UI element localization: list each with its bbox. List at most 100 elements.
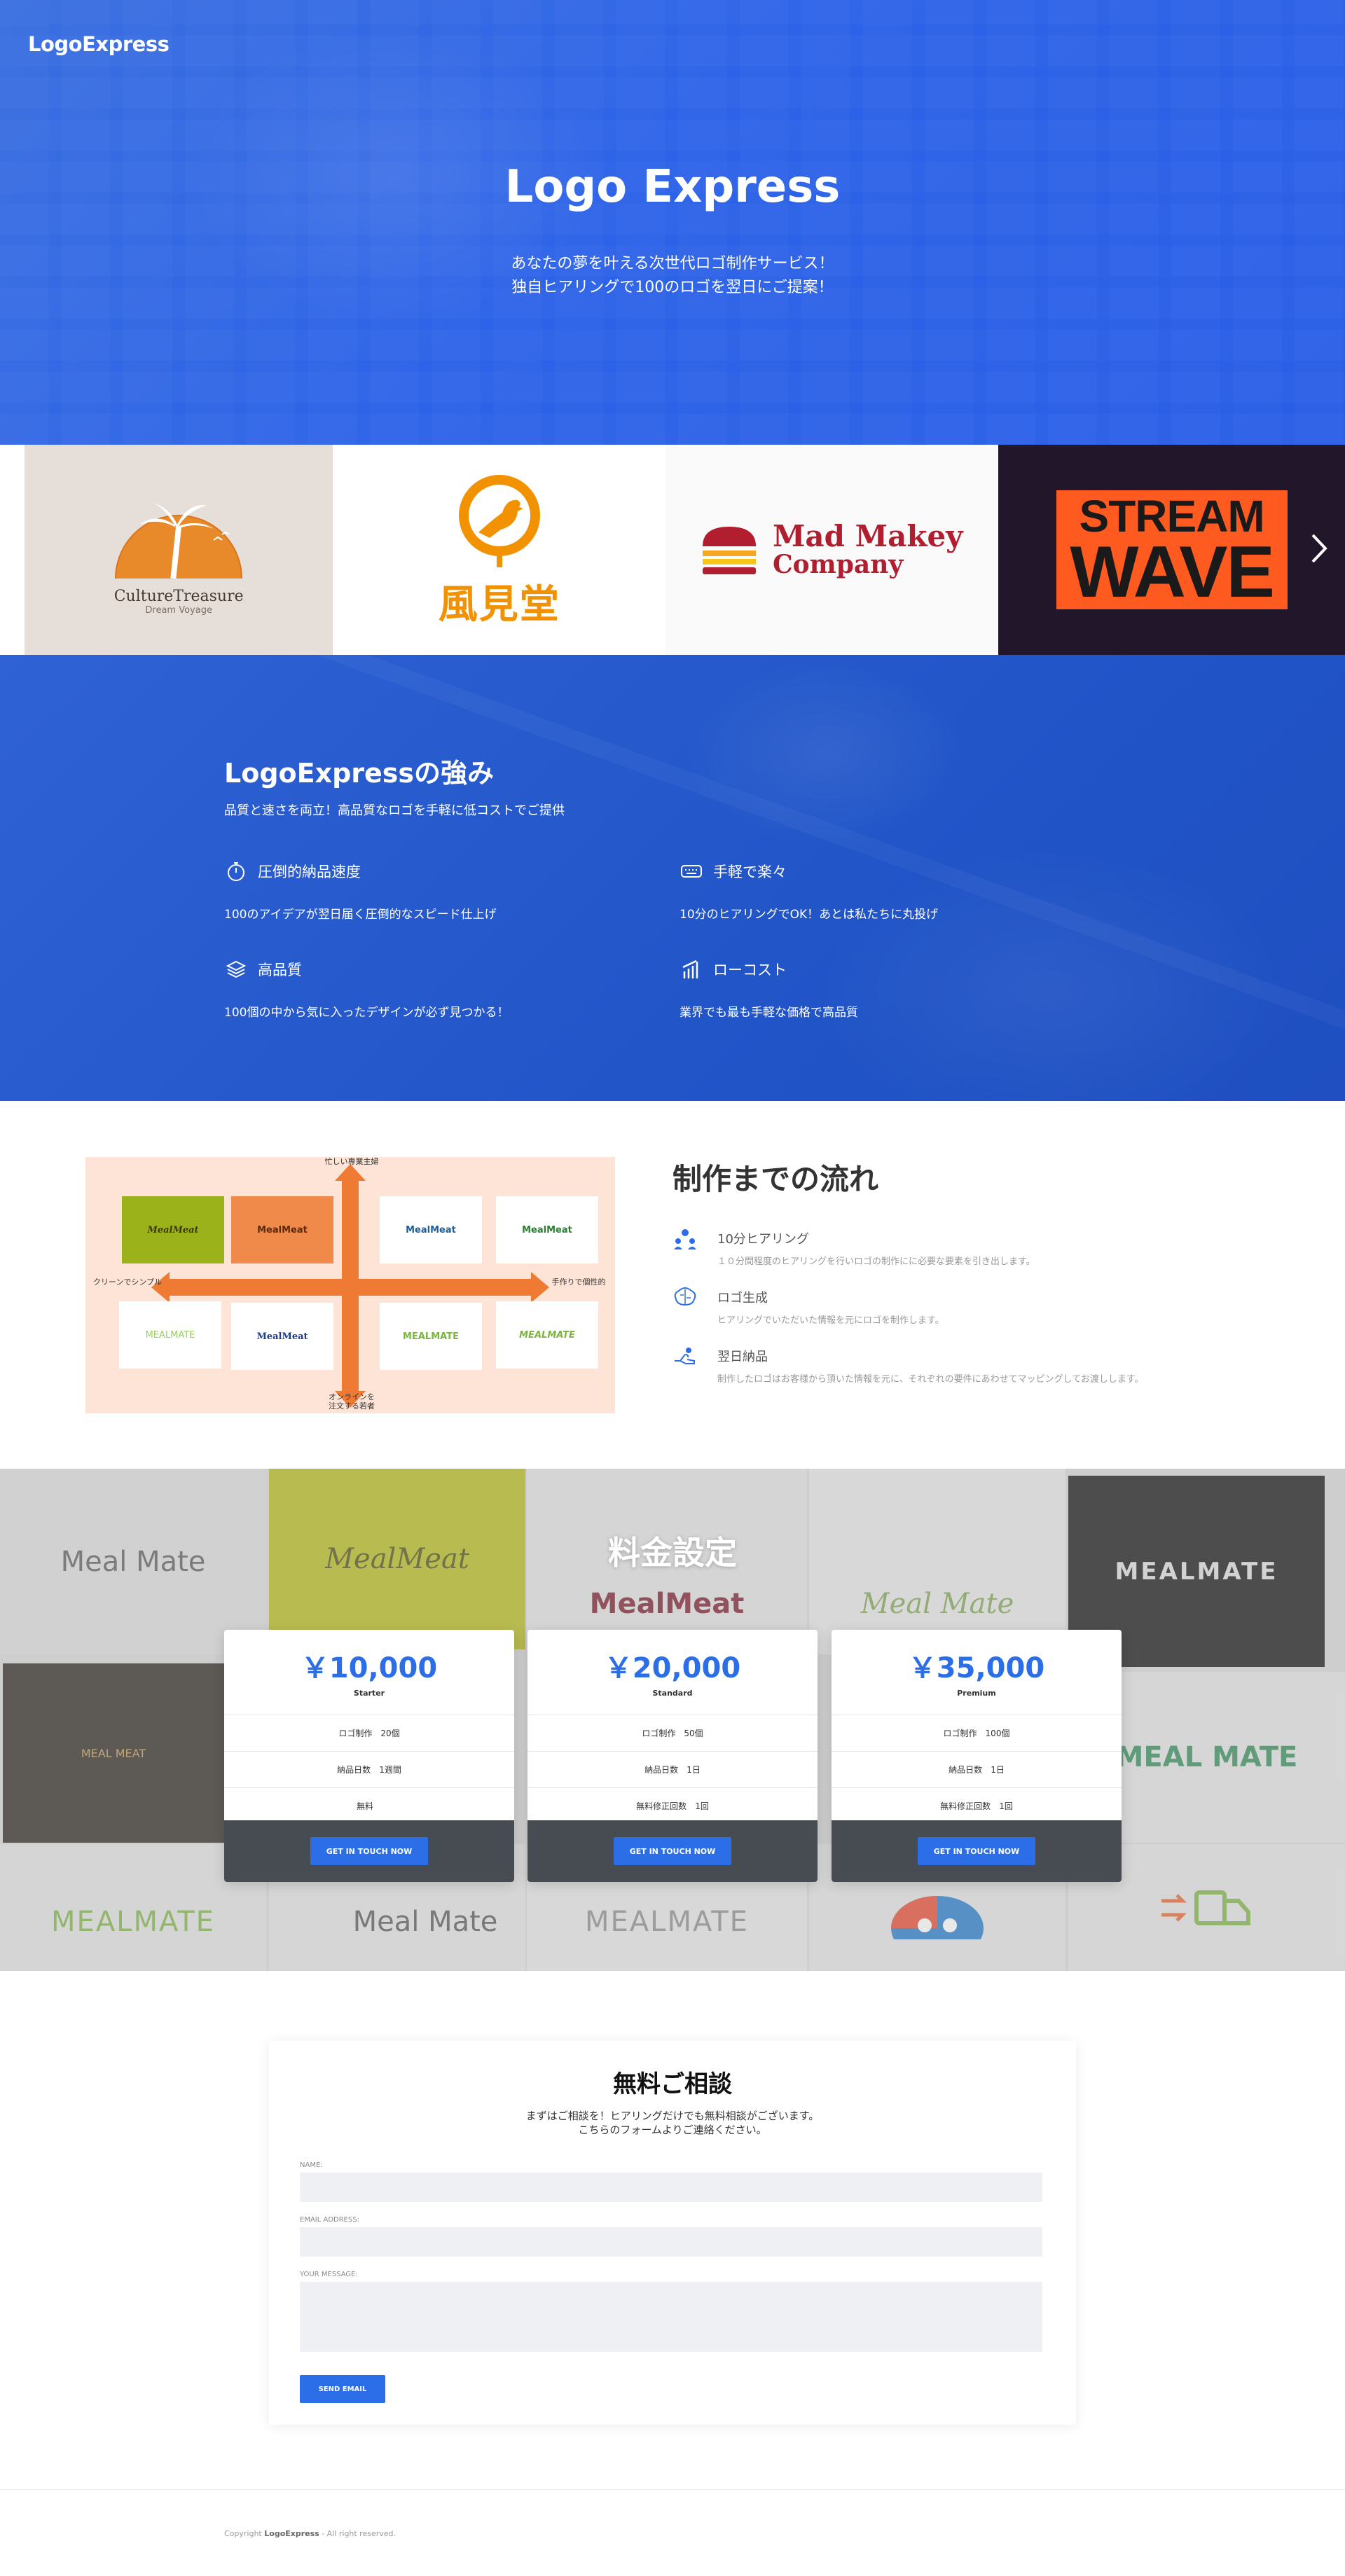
feature-speed: 圧倒的納品速度 100のアイデアが翌日届く圧倒的なスピード仕上げ <box>224 859 616 922</box>
page-footer: Copyright LogoExpress - All right reserv… <box>0 2489 1345 2576</box>
hero-subtitle-line: あなたの夢を叶える次世代ロゴ制作サービス！ <box>511 255 834 272</box>
feature-desc: 業界でも最も手軽な価格で高品質 <box>680 1006 858 1020</box>
madmakey-wordmark: Mad Makey Company <box>773 520 963 579</box>
message-field[interactable] <box>300 2282 1042 2352</box>
logo-slide-kazamido: 風見堂 <box>333 445 666 655</box>
step-desc: 制作したロゴはお客様から頂いた情報を元に、それぞれの要件にあわせてマッピングして… <box>717 1374 1144 1385</box>
strengths-background-image <box>0 655 1345 1101</box>
matrix-logo-card: MEALMATE <box>496 1301 598 1369</box>
logo-slide-streamwave: STREAM WAVE <box>998 445 1345 655</box>
matrix-label-bottom-line: 注文する若者 <box>329 1401 375 1411</box>
plan-card-starter: ￥10,000 Starter ロゴ制作 20個 納品日数 1週間 無料 GET I… <box>224 1630 514 1882</box>
plan-feature-value: 1回 <box>999 1801 1013 1811</box>
contact-section: 無料ご相談 まずはご相談を！ヒアリングだけでも無料相談がございます。 こちらのフ… <box>0 1971 1345 2489</box>
logo-name: WAVE <box>1070 532 1275 613</box>
contact-form-card: 無料ご相談 まずはご相談を！ヒアリングだけでも無料相談がございます。 こちらのフ… <box>269 2041 1076 2425</box>
plan-feature-value: 20個 <box>380 1729 400 1738</box>
plan-features: ロゴ制作 20個 納品日数 1週間 無料 <box>224 1715 514 1824</box>
logo-slide-madmakey: Mad Makey Company <box>665 445 999 655</box>
plan-features: ロゴ制作 100個 納品日数 1日 無料修正回数 1回 <box>832 1715 1122 1824</box>
matrix-label-bottom-line: オンラインを <box>329 1392 375 1401</box>
feature-desc: 10分のヒアリングでOK！あとは私たちに丸投げ <box>680 908 939 922</box>
step-title: ロゴ生成 <box>717 1291 768 1306</box>
matrix-logo-card: MealMeat <box>122 1196 224 1263</box>
flow-title: 制作までの流れ <box>672 1162 879 1196</box>
step-title: 10分ヒアリング <box>717 1232 809 1247</box>
get-in-touch-button[interactable]: GET IN TOUCH NOW <box>614 1837 731 1865</box>
plan-card-standard: ￥20,000 Standard ロゴ制作 50個 納品日数 1日 無料修正回数 1回… <box>527 1630 818 1882</box>
plan-feature-value: 1日 <box>991 1765 1005 1775</box>
feature-easy: 手軽で楽々 10分のヒアリングでOK！あとは私たちに丸投げ <box>680 859 1072 922</box>
logo-carousel: CultureTreasure Dream Voyage 風見堂 Mad Mak… <box>0 445 1345 655</box>
plan-feature-label: ロゴ制作 <box>943 1729 977 1738</box>
feature-title: 高品質 <box>258 962 302 978</box>
bar-chart-icon <box>680 957 703 981</box>
plan-footer: GET IN TOUCH NOW <box>832 1820 1122 1882</box>
plan-name: Starter <box>353 1689 385 1698</box>
matrix-label-bottom: オンラインを 注文する若者 <box>310 1392 394 1411</box>
matrix-logo-card: MealMeat <box>231 1196 333 1263</box>
contact-description-line: まずはご相談を！ヒアリングだけでも無料相談がございます。 <box>525 2110 820 2122</box>
carousel-next-icon[interactable] <box>1310 532 1330 572</box>
plan-feature-value: 50個 <box>684 1729 703 1738</box>
copyright-text: Copyright LogoExpress - All right reserv… <box>224 2529 396 2538</box>
matrix-logo-card: MealMeat <box>380 1196 482 1263</box>
plan-feature-label: 納品日数 <box>337 1765 371 1775</box>
copyright-suffix: - All right reserved. <box>322 2529 396 2538</box>
pricing-title: 料金設定 <box>608 1534 737 1572</box>
get-in-touch-button[interactable]: GET IN TOUCH NOW <box>918 1837 1035 1865</box>
feature-title: 圧倒的納品速度 <box>258 864 361 880</box>
positioning-matrix: 忙しい専業主婦 クリーンでシンプル 手作りで個性的 オンラインを 注文する若者 … <box>85 1157 615 1413</box>
plan-name: Standard <box>652 1689 693 1698</box>
plan-feature-row: ロゴ制作 50個 <box>527 1715 818 1751</box>
plan-price: ￥10,000 <box>301 1652 438 1684</box>
brand-logo[interactable]: LogoExpress <box>28 32 170 56</box>
plan-feature-value: 1回 <box>695 1801 709 1811</box>
plan-feature-label: 納品日数 <box>644 1765 679 1775</box>
hero-section: LogoExpress Logo Express あなたの夢を叶える次世代ロゴ制… <box>0 0 1345 445</box>
name-field[interactable] <box>300 2173 1042 2202</box>
plan-features: ロゴ制作 50個 納品日数 1日 無料修正回数 1回 <box>527 1715 818 1824</box>
plan-feature-row: ロゴ制作 100個 <box>832 1715 1122 1751</box>
logo-tagline: Dream Voyage <box>145 605 212 616</box>
hero-subtitle: あなたの夢を叶える次世代ロゴ制作サービス！ 独自ヒアリングで100のロゴを翌日に… <box>0 252 1345 300</box>
plan-feature-label: 無料修正回数 <box>940 1801 991 1811</box>
plan-feature-value: 1週間 <box>379 1765 401 1775</box>
plan-feature-row: 無料修正回数 1回 <box>832 1787 1122 1824</box>
feature-title: 手軽で楽々 <box>713 864 787 880</box>
contact-description: まずはご相談を！ヒアリングだけでも無料相談がございます。 こちらのフォームよりご… <box>269 2109 1076 2137</box>
matrix-label-left: クリーンでシンプル <box>92 1277 163 1287</box>
people-icon <box>672 1226 698 1251</box>
contact-description-line: こちらのフォームよりご連絡ください。 <box>578 2124 767 2136</box>
plan-price: ￥35,000 <box>908 1652 1045 1684</box>
plan-footer: GET IN TOUCH NOW <box>527 1820 818 1882</box>
feature-quality: 高品質 100個の中から気に入ったデザインが必ず見つかる！ <box>224 957 616 1020</box>
matrix-label-top: 忙しい専業主婦 <box>324 1157 379 1166</box>
flow-step-delivery: 翌日納品 制作したロゴはお客様から頂いた情報を元に、それぞれの要件にあわせてマッ… <box>672 1343 1233 1385</box>
feature-lowcost: ローコスト 業界でも最も手軽な価格で高品質 <box>680 957 1072 1020</box>
plan-feature-label: 納品日数 <box>949 1765 983 1775</box>
email-field[interactable] <box>300 2227 1042 2257</box>
plan-feature-row: 無料 <box>224 1787 514 1824</box>
burger-icon <box>702 526 756 574</box>
step-desc: １０分間程度のヒアリングを行いロゴの制作にに必要な要素を引き出します。 <box>717 1256 1035 1267</box>
plan-card-premium: ￥35,000 Premium ロゴ制作 100個 納品日数 1日 無料修正回数 1回… <box>832 1630 1122 1882</box>
plan-price: ￥20,000 <box>604 1652 741 1684</box>
step-title: 翌日納品 <box>717 1350 768 1364</box>
copyright-prefix: Copyright <box>224 2529 262 2538</box>
plan-feature-row: 納品日数 1日 <box>832 1751 1122 1787</box>
name-label: NAME: <box>300 2161 323 2169</box>
brain-icon <box>672 1284 698 1310</box>
matrix-logo-card: MEALMATE <box>380 1303 482 1370</box>
strengths-subtitle: 品質と速さを両立！高品質なロゴを手軽に低コストでご提供 <box>224 803 565 818</box>
plan-feature-value: 1日 <box>687 1765 701 1775</box>
step-desc: ヒアリングでいただいた情報を元にロゴを制作します。 <box>717 1315 944 1326</box>
logo-name: 風見堂 <box>438 581 560 628</box>
matrix-label-right: 手作りで個性的 <box>551 1277 606 1287</box>
layers-icon <box>224 957 248 981</box>
plan-feature-row: 納品日数 1日 <box>527 1751 818 1787</box>
matrix-vertical-axis <box>342 1178 359 1392</box>
send-email-button[interactable]: SEND EMAIL <box>300 2375 385 2403</box>
get-in-touch-button[interactable]: GET IN TOUCH NOW <box>310 1837 428 1865</box>
hero-subtitle-line: 独自ヒアリングで100のロゴを翌日にご提案！ <box>511 279 834 296</box>
